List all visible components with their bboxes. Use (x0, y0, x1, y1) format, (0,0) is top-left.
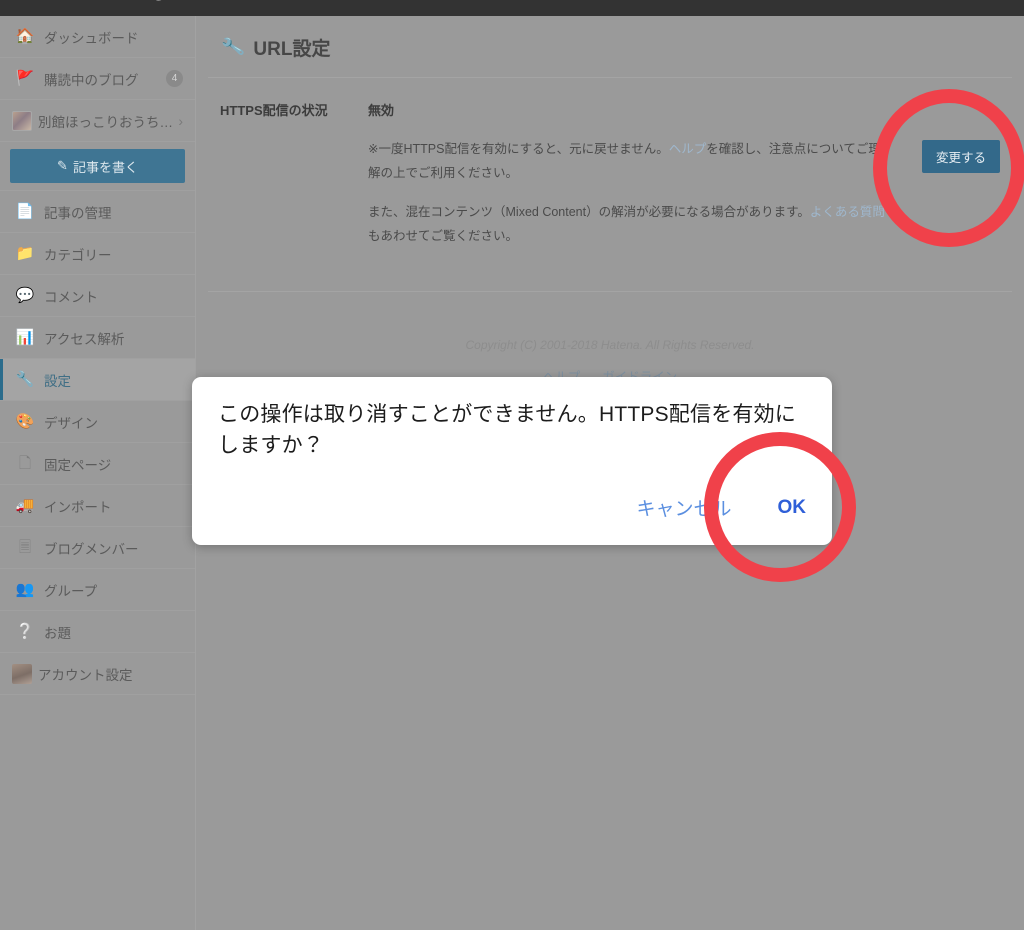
sidebar-item-blog-switcher[interactable]: 別館ほっこりおうち… › (0, 100, 195, 142)
faq-link[interactable]: よくある質問 (810, 205, 885, 219)
sidebar-item-groups[interactable]: 👥 グループ (0, 569, 195, 611)
https-settings-row: HTTPS配信の状況 無効 ※一度HTTPS配信を有効にすると、元に戻せません。… (208, 78, 1012, 292)
people-icon: 👥 (15, 581, 35, 598)
sidebar-item-account-settings[interactable]: アカウント設定 (0, 653, 195, 695)
sidebar-item-label: 記事の管理 (44, 205, 112, 221)
sidebar-item-access-analytics[interactable]: 📊 アクセス解析 (0, 317, 195, 359)
sidebar: 🏠 ダッシュボード 🚩 購読中のブログ 4 別館ほっこりおうち… › ✎ 記事を… (0, 16, 196, 930)
sidebar-item-label: デザイン (44, 415, 98, 431)
copyright-text: Copyright (C) 2001-2018 Hatena. All Righ… (465, 337, 755, 352)
sidebar-item-label: カテゴリー (44, 247, 112, 263)
question-circle-icon: ❔ (15, 623, 35, 640)
subscription-count-badge: 4 (166, 70, 183, 87)
https-note-1-before: ※一度HTTPS配信を有効にすると、元に戻せません。 (368, 142, 669, 156)
sidebar-item-label: インポート (44, 499, 112, 515)
sidebar-item-entries[interactable]: 📄 記事の管理 (0, 191, 195, 233)
sidebar-item-import[interactable]: 🚚 インポート (0, 485, 195, 527)
page-icon: 🗋 (18, 455, 32, 472)
hatena-brand-text[interactable]: Hatena (947, 0, 1010, 1)
hatena-blog-logo-text: Hatena Blog (40, 0, 166, 2)
confirm-dialog: この操作は取り消すことができません。HTTPS配信を有効にしますか？ キャンセル… (192, 377, 832, 545)
sidebar-item-settings[interactable]: 🔧 設定 (0, 359, 195, 401)
sidebar-item-fixed-pages[interactable]: 🗋 固定ページ (0, 443, 195, 485)
sidebar-item-label: コメント (44, 289, 98, 305)
sidebar-item-label: 設定 (44, 373, 71, 389)
sidebar-item-label: 購読中のブログ (44, 72, 139, 88)
home-icon: 🏠 (15, 28, 35, 45)
id-card-icon: 🗏 (18, 539, 32, 556)
document-icon: 📄 (15, 203, 35, 220)
help-link[interactable]: ヘルプ (669, 142, 707, 156)
page-title-text: URL設定 (253, 39, 331, 60)
sidebar-item-blog-members[interactable]: 🗏 ブログメンバー (0, 527, 195, 569)
sidebar-item-comments[interactable]: 💬 コメント (0, 275, 195, 317)
page-title: 🔧 URL設定 (208, 16, 1012, 78)
sidebar-item-topics[interactable]: ❔ お題 (0, 611, 195, 653)
https-note-2-before: また、混在コンテンツ（Mixed Content）の解消が必要になる場合がありま… (368, 204, 810, 219)
write-entry-button[interactable]: ✎ 記事を書く (10, 149, 185, 183)
sidebar-item-label: 別館ほっこりおうち… (38, 114, 173, 130)
write-entry-label: 記事を書く (72, 159, 138, 175)
blog-thumbnail-icon (12, 110, 32, 131)
wrench-icon: 🔧 (15, 371, 35, 388)
global-header: Hatena Blog 別館ほっこりおうちごはん ブログを書く misamisa… (0, 0, 1024, 16)
change-button[interactable]: 変更する (921, 140, 1000, 173)
https-settings-body: 無効 ※一度HTTPS配信を有効にすると、元に戻せません。ヘルプを確認し、注意点… (368, 100, 1012, 263)
bar-chart-icon: 📊 (15, 329, 35, 346)
chevron-right-icon: › (178, 112, 183, 129)
https-note-2-after: もあわせてご覧ください。 (368, 229, 519, 244)
sidebar-item-label: ブログメンバー (44, 541, 139, 557)
pencil-square-icon: ✎ (57, 158, 68, 173)
https-note-1: ※一度HTTPS配信を有効にすると、元に戻せません。ヘルプを確認し、注意点につい… (368, 137, 892, 186)
folder-icon: 📁 (15, 245, 35, 262)
account-thumbnail-icon (12, 663, 32, 684)
sidebar-item-categories[interactable]: 📁 カテゴリー (0, 233, 195, 275)
sidebar-item-dashboard[interactable]: 🏠 ダッシュボード (0, 16, 195, 58)
write-entry-wrapper: ✎ 記事を書く (0, 142, 195, 191)
dialog-actions: キャンセル OK (218, 494, 806, 545)
hatena-blog-logo[interactable]: Hatena Blog (14, 0, 166, 2)
palette-icon: 🎨 (15, 413, 35, 430)
sidebar-item-label: アカウント設定 (38, 667, 133, 683)
sidebar-item-label: アクセス解析 (44, 331, 125, 347)
page-footer: Copyright (C) 2001-2018 Hatena. All Righ… (196, 292, 1024, 385)
wrench-icon: 🔧 (220, 35, 246, 59)
comment-bubble-icon: 💬 (15, 287, 35, 304)
https-status-value: 無効 (368, 103, 395, 118)
dialog-cancel-button[interactable]: キャンセル (636, 494, 731, 521)
sidebar-item-label: お題 (44, 625, 71, 641)
dialog-message: この操作は取り消すことができません。HTTPS配信を有効にしますか？ (218, 403, 797, 458)
sidebar-item-design[interactable]: 🎨 デザイン (0, 401, 195, 443)
https-note-2: また、混在コンテンツ（Mixed Content）の解消が必要になる場合がありま… (368, 200, 892, 249)
dialog-ok-button[interactable]: OK (778, 497, 807, 519)
https-status-label: HTTPS配信の状況 (220, 103, 328, 118)
sidebar-item-label: ダッシュボード (44, 30, 139, 46)
truck-icon: 🚚 (15, 497, 35, 514)
bookmark-flag-icon: 🚩 (15, 70, 35, 87)
sidebar-item-subscriptions[interactable]: 🚩 購読中のブログ 4 (0, 58, 195, 100)
sidebar-item-label: 固定ページ (44, 457, 112, 473)
sidebar-item-label: グループ (44, 583, 98, 599)
